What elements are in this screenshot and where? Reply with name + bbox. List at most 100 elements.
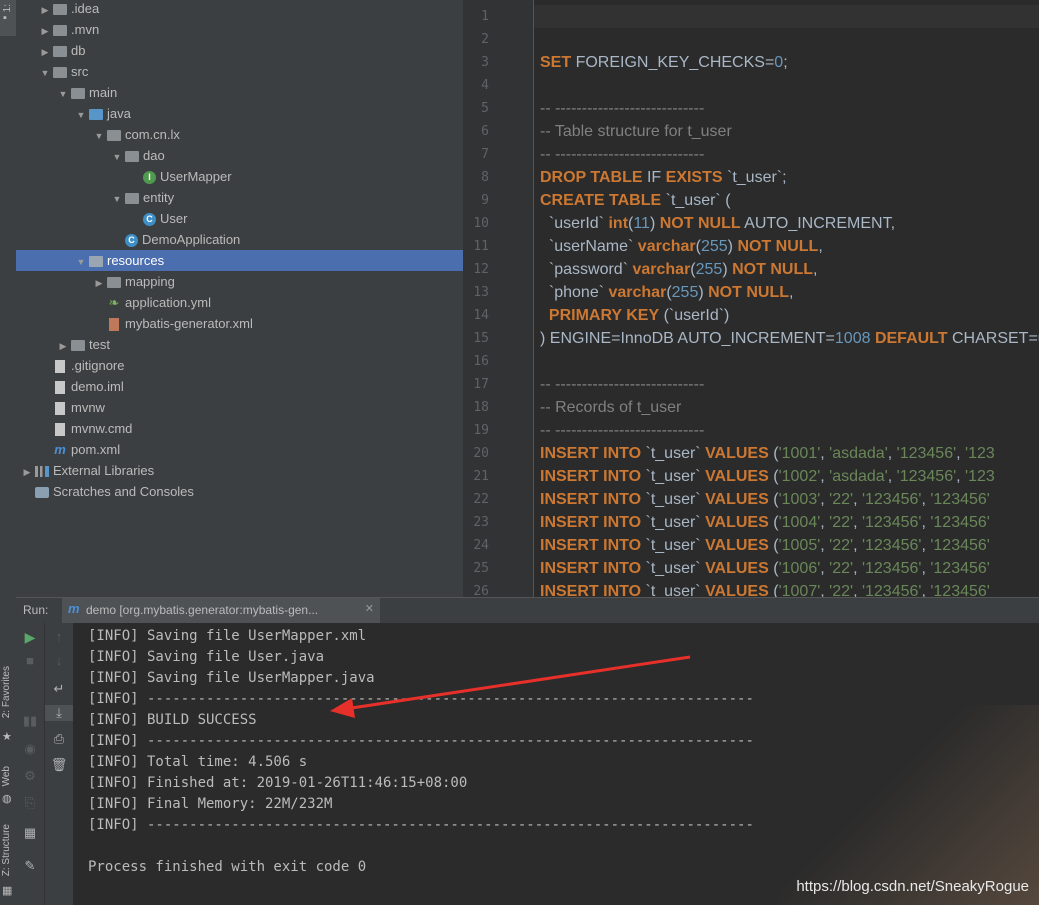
chevron-right-icon[interactable]: ▶ xyxy=(94,273,104,294)
favorites-tab[interactable]: 2: Favorites xyxy=(1,666,12,718)
tree-item[interactable]: ▼ src xyxy=(16,61,463,82)
arrow-up-icon[interactable]: ↑ xyxy=(45,629,73,644)
code-token: `userName` xyxy=(540,238,638,255)
chevron-down-icon[interactable]: ▼ xyxy=(76,252,86,273)
soft-wrap-icon[interactable]: ↵ xyxy=(45,681,73,697)
run-panel-header: Run: m demo [org.mybatis.generator:mybat… xyxy=(16,597,1039,624)
code-token: INSERT INTO xyxy=(540,491,642,508)
code-token: (`userId`) xyxy=(659,307,730,324)
code-line: -- ---------------------------- xyxy=(540,97,704,120)
chevron-down-icon[interactable]: ▼ xyxy=(94,126,104,147)
pin-icon[interactable]: ✎ xyxy=(16,858,44,874)
line-number: 7 xyxy=(481,147,489,162)
source-folder-icon xyxy=(89,109,103,121)
tree-item[interactable]: mvnw.cmd xyxy=(16,418,463,439)
console-line: [INFO] Final Memory: 22M/232M xyxy=(88,796,333,812)
code-line: ) ENGINE=InnoDB AUTO_INCREMENT=1008 DEFA… xyxy=(540,327,1039,350)
tree-item[interactable]: m pom.xml xyxy=(16,439,463,460)
tree-item[interactable]: demo.iml xyxy=(16,376,463,397)
tree-item[interactable]: ▼ dao xyxy=(16,145,463,166)
line-number: 12 xyxy=(473,262,489,277)
code-token: varchar xyxy=(637,238,696,255)
pause-icon[interactable]: ▮▮ xyxy=(16,713,44,729)
folder-icon xyxy=(71,88,85,100)
line-number: 3 xyxy=(481,55,489,70)
tree-item[interactable]: C User xyxy=(16,208,463,229)
sql-editor[interactable]: SET FOREIGN_KEY_CHECKS=0; -- ------------… xyxy=(534,0,1039,597)
code-token: , xyxy=(921,491,931,508)
run-console-output[interactable]: https://blog.csdn.net/SneakyRogue [INFO]… xyxy=(73,623,1039,905)
tree-item[interactable]: ▶ mapping xyxy=(16,271,463,292)
chevron-down-icon[interactable]: ▼ xyxy=(40,63,50,84)
code-token: , xyxy=(887,445,897,462)
code-token: DEFAULT xyxy=(874,330,948,347)
code-token: '22' xyxy=(829,560,854,577)
rerun-icon[interactable]: ▶ xyxy=(16,629,44,646)
file-icon xyxy=(55,402,65,416)
exit-icon[interactable]: ⎘ xyxy=(16,795,44,811)
structure-tab[interactable]: Z: Structure xyxy=(1,824,12,876)
code-token: ) xyxy=(649,215,660,232)
console-line: [INFO] BUILD SUCCESS xyxy=(88,712,257,728)
chevron-down-icon[interactable]: ▼ xyxy=(112,147,122,168)
code-line: -- ---------------------------- xyxy=(540,419,704,442)
tree-item[interactable]: .gitignore xyxy=(16,355,463,376)
trash-icon[interactable]: 🗑 xyxy=(45,757,73,773)
tree-item[interactable]: ▼ com.cn.lx xyxy=(16,124,463,145)
code-token: '123456' xyxy=(930,560,990,577)
line-number: 21 xyxy=(473,469,489,484)
code-token: ( xyxy=(768,537,779,554)
chevron-right-icon[interactable]: ▶ xyxy=(40,0,50,21)
tree-item[interactable]: ▶ test xyxy=(16,334,463,355)
code-token: , xyxy=(921,514,931,531)
code-token: 255 xyxy=(671,284,699,301)
tree-item[interactable]: ▶ External Libraries xyxy=(16,460,463,481)
scroll-to-end-icon[interactable]: ⤓ xyxy=(45,705,73,721)
code-token: , xyxy=(818,238,823,255)
stop-icon[interactable]: ■ xyxy=(16,653,44,668)
chevron-right-icon[interactable]: ▶ xyxy=(22,462,32,483)
chevron-right-icon[interactable]: ▶ xyxy=(58,336,68,357)
tree-item[interactable]: C DemoApplication xyxy=(16,229,463,250)
tree-item[interactable]: Scratches and Consoles xyxy=(16,481,463,502)
tree-item-label: dao xyxy=(143,148,165,163)
chevron-down-icon[interactable]: ▼ xyxy=(112,189,122,210)
arrow-down-icon[interactable]: ↓ xyxy=(45,653,73,668)
code-line: SET FOREIGN_KEY_CHECKS=0; xyxy=(540,51,788,74)
line-number: 15 xyxy=(473,331,489,346)
close-icon[interactable]: ✕ xyxy=(365,602,374,615)
tree-item[interactable]: mvnw xyxy=(16,397,463,418)
folder-icon xyxy=(125,151,139,163)
run-config-tab[interactable]: m demo [org.mybatis.generator:mybatis-ge… xyxy=(62,598,380,623)
tree-item[interactable]: ▼ entity xyxy=(16,187,463,208)
layout-icon[interactable]: ▦ xyxy=(16,825,44,841)
chevron-right-icon[interactable]: ▶ xyxy=(40,42,50,63)
tree-item-label: .gitignore xyxy=(71,358,125,373)
tree-item[interactable]: ▼ main xyxy=(16,82,463,103)
chevron-right-icon[interactable]: ▶ xyxy=(40,21,50,42)
chevron-down-icon[interactable]: ▼ xyxy=(76,105,86,126)
scratches-icon xyxy=(35,487,49,499)
tree-item[interactable]: ▶ .mvn xyxy=(16,19,463,40)
print-icon[interactable]: ⎙ xyxy=(45,731,73,747)
tree-item[interactable]: I UserMapper xyxy=(16,166,463,187)
console-line: Process finished with exit code 0 xyxy=(88,859,367,875)
settings-icon[interactable]: ⚙ xyxy=(16,768,44,784)
web-tab[interactable]: Web xyxy=(1,766,12,786)
folder-icon xyxy=(107,130,121,142)
code-token: 255 xyxy=(695,261,723,278)
code-token: , xyxy=(853,583,862,597)
tree-item[interactable]: ▼ java xyxy=(16,103,463,124)
line-number: 9 xyxy=(481,193,489,208)
tree-item[interactable]: ▶ db xyxy=(16,40,463,61)
project-tree-panel: ▶ .idea ▶ .mvn ▶ db ▼ src ▼ main ▼ java ▼ com.cn.lx ▼ d… xyxy=(16,0,463,597)
code-token: ) ENGINE=InnoDB AUTO_INCREMENT= xyxy=(540,330,835,347)
tree-item[interactable]: ▶ .idea xyxy=(16,0,463,19)
tree-item[interactable]: mybatis-generator.xml xyxy=(16,313,463,334)
code-token: '1001' xyxy=(778,445,821,462)
chevron-down-icon[interactable]: ▼ xyxy=(58,84,68,105)
tree-item[interactable]: ❧ application.yml xyxy=(16,292,463,313)
camera-icon[interactable]: ◉ xyxy=(16,741,44,757)
tree-item[interactable]: ▼ resources xyxy=(16,250,463,271)
code-token: -- ---------------------------- xyxy=(540,146,705,163)
